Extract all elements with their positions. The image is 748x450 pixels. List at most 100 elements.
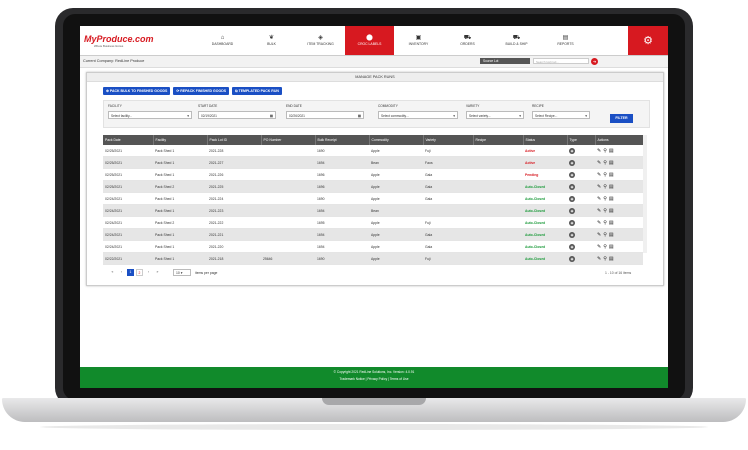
edit-icon[interactable]: ✎ [597, 160, 601, 166]
app-logo[interactable]: MyProduce.com Where Business Grows [84, 34, 160, 48]
attach-icon[interactable]: ⚲ [603, 160, 607, 166]
cell-date: 02/24/2021 [103, 228, 153, 241]
column-header[interactable]: Pack Date [103, 135, 154, 145]
print-icon[interactable]: ▤ [609, 208, 614, 214]
table-row[interactable]: 02/24/2021 Pack Shed 2 2021-222 1695 Apple Fu… [103, 216, 643, 229]
cell-facility: Pack Shed 1 [153, 240, 207, 253]
table-row[interactable]: 02/24/2021 Pack Shed 1 2021-220 1694 Apple Ga… [103, 240, 643, 253]
attach-icon[interactable]: ⚲ [603, 196, 607, 202]
column-header[interactable]: Status [523, 135, 568, 145]
edit-icon[interactable]: ✎ [597, 244, 601, 250]
column-header[interactable]: Recipe [473, 135, 524, 145]
attach-icon[interactable]: ⚲ [603, 256, 607, 262]
attach-icon[interactable]: ⚲ [603, 184, 607, 190]
table-row[interactable]: 02/25/2021 Pack Shed 1 2021-227 1694 Bean Fav… [103, 156, 643, 169]
per-page-select[interactable]: 10 ▾ [173, 269, 191, 276]
table-row[interactable]: 02/24/2021 Pack Shed 1 2021-221 1694 Apple Ga… [103, 228, 643, 241]
recipe-select[interactable]: Select Recipe... ▾ [532, 111, 590, 119]
edit-icon[interactable]: ✎ [597, 208, 601, 214]
attach-icon[interactable]: ⚲ [603, 172, 607, 178]
nav-item-orders[interactable]: ⛟ ORDERS [443, 26, 492, 55]
table-row[interactable]: 02/24/2021 Pack Shed 1 2021-223 1694 Bean Aut… [103, 204, 643, 217]
cell-variety: Gala [423, 168, 473, 181]
gear-icon[interactable]: ⚙ [628, 26, 668, 55]
nav-item-item-tracking[interactable]: ◈ ITEM TRACKING [296, 26, 345, 55]
edit-icon[interactable]: ✎ [597, 172, 601, 178]
column-header[interactable]: Variety [423, 135, 474, 145]
edit-icon[interactable]: ✎ [597, 196, 601, 202]
cell-receipt: 1696 [315, 180, 369, 193]
table-row[interactable]: 02/25/2021 Pack Shed 1 2021-226 1696 Apple Ga… [103, 168, 643, 181]
footer-links[interactable]: Trademark Notice | Privacy Policy | Term… [80, 377, 668, 381]
edit-icon[interactable]: ✎ [597, 148, 601, 154]
first-page-button[interactable]: « [109, 269, 116, 276]
column-header[interactable]: Pack Lot ID [207, 135, 262, 145]
print-icon[interactable]: ▤ [609, 184, 614, 190]
print-icon[interactable]: ▤ [609, 244, 614, 250]
print-icon[interactable]: ▤ [609, 172, 614, 178]
attach-icon[interactable]: ⚲ [603, 232, 607, 238]
commodity-select[interactable]: Select commodity... ▾ [378, 111, 458, 119]
pack-type-icon: ◉ [569, 195, 575, 202]
edit-icon[interactable]: ✎ [597, 184, 601, 190]
filter-button[interactable]: FILTER [610, 114, 633, 123]
table-row[interactable]: 02/22/2021 Pack Shed 1 2021-218 25646 1690 Ap… [103, 252, 643, 265]
table-scrollbar[interactable] [643, 135, 647, 253]
pack-bulk-label: PACK BULK TO FINISHED GOODS [109, 89, 168, 93]
nav-label: BULK [267, 42, 276, 46]
attach-icon[interactable]: ⚲ [603, 208, 607, 214]
page-2-button[interactable]: 2 [136, 269, 143, 276]
column-header[interactable]: Commodity [369, 135, 424, 145]
prev-page-button[interactable]: ‹ [118, 269, 125, 276]
column-header[interactable]: Bulk Receipt [315, 135, 370, 145]
cell-date: 02/25/2021 [103, 145, 153, 157]
column-header[interactable]: Type [567, 135, 596, 145]
calendar-icon[interactable]: ▦ [358, 112, 361, 120]
pack-runs-table: Pack Date Facility Pack Lot ID PO Number Bul… [103, 135, 644, 265]
column-header[interactable]: Facility [153, 135, 208, 145]
cell-receipt: 1694 [315, 228, 369, 241]
column-header[interactable]: Actions [595, 135, 644, 145]
table-row[interactable]: 02/25/2021 Pack Shed 2 2021-225 1696 Apple Ga… [103, 180, 643, 193]
last-page-button[interactable]: » [154, 269, 161, 276]
cell-date: 02/24/2021 [103, 216, 153, 229]
table-row[interactable]: 02/24/2021 Pack Shed 1 2021-224 1690 Apple Ga… [103, 192, 643, 205]
variety-select[interactable]: Select variety... ▾ [466, 111, 524, 119]
print-icon[interactable]: ▤ [609, 196, 614, 202]
nav-item-inventory[interactable]: ▣ INVENTORY [394, 26, 443, 55]
cell-actions: ✎ ⚲ ▤ [595, 216, 643, 229]
nav-item-bulk[interactable]: ❦ BULK [247, 26, 296, 55]
attach-icon[interactable]: ⚲ [603, 148, 607, 154]
nav-item-dashboard[interactable]: ⌂ DASHBOARD [198, 26, 247, 55]
print-icon[interactable]: ▤ [609, 256, 614, 262]
pack-bulk-button[interactable]: ⊕ PACK BULK TO FINISHED GOODS [103, 87, 171, 95]
templated-pack-run-button[interactable]: ⧉ TEMPLATED PACK RUN [232, 87, 282, 95]
attach-icon[interactable]: ⚲ [603, 220, 607, 226]
source-lot-select[interactable]: Source Lot [480, 58, 530, 64]
main-nav: ⌂ DASHBOARD ❦ BULK ◈ ITEM TRACKING ⬤ CROC LABEL… [198, 26, 590, 55]
nav-item-build-ship[interactable]: ⛟ BUILD & SHIP [492, 26, 541, 55]
lot-search-input[interactable]: Search lot/prod... [533, 58, 589, 64]
end-date-input[interactable]: 02/26/2021 ▦ [286, 111, 364, 119]
edit-icon[interactable]: ✎ [597, 232, 601, 238]
calendar-icon[interactable]: ▦ [270, 112, 273, 120]
table-row[interactable]: 02/25/2021 Pack Shed 1 2021-228 1690 Apple Fu… [103, 145, 643, 157]
search-icon[interactable]: ➔ [591, 57, 598, 65]
nav-item-croc-labels[interactable]: ⬤ CROC LABELS [345, 26, 394, 55]
print-icon[interactable]: ▤ [609, 148, 614, 154]
variety-value: Select variety... [469, 114, 491, 118]
next-page-button[interactable]: › [145, 269, 152, 276]
attach-icon[interactable]: ⚲ [603, 244, 607, 250]
edit-icon[interactable]: ✎ [597, 256, 601, 262]
repack-button[interactable]: ⟳ REPACK FINISHED GOODS [173, 87, 230, 95]
facility-select[interactable]: Select facility... ▾ [108, 111, 192, 119]
print-icon[interactable]: ▤ [609, 220, 614, 226]
start-date-input[interactable]: 02/19/2021 ▦ [198, 111, 276, 119]
column-header[interactable]: PO Number [261, 135, 316, 145]
nav-item-reports[interactable]: ▤ REPORTS [541, 26, 590, 55]
page-1-button[interactable]: 1 [127, 269, 134, 276]
edit-icon[interactable]: ✎ [597, 220, 601, 226]
print-icon[interactable]: ▤ [609, 232, 614, 238]
print-icon[interactable]: ▤ [609, 160, 614, 166]
cell-po [261, 228, 315, 241]
